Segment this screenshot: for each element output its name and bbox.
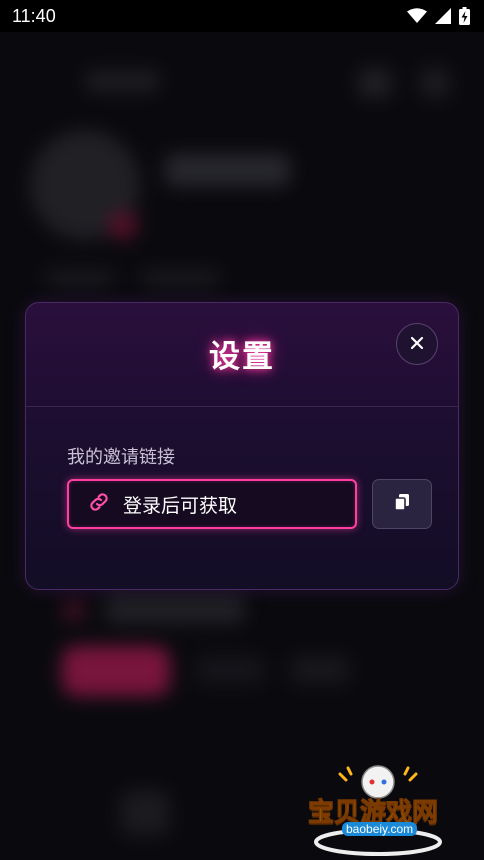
watermark-logo: 宝贝游戏网 baobeiy.com bbox=[300, 762, 460, 857]
wifi-icon bbox=[407, 8, 427, 24]
invite-link-field[interactable]: 登录后可获取 bbox=[67, 479, 357, 529]
status-time: 11:40 bbox=[12, 5, 56, 26]
signal-icon bbox=[435, 8, 451, 24]
watermark-url: baobeiy.com bbox=[342, 822, 418, 836]
copy-icon bbox=[392, 492, 412, 516]
link-icon bbox=[87, 490, 111, 518]
status-icons bbox=[407, 7, 470, 25]
dialog-title: 设置 bbox=[209, 339, 275, 375]
copy-button[interactable] bbox=[372, 479, 432, 529]
invite-link-label: 我的邀请链接 bbox=[67, 447, 175, 468]
invite-link-value: 登录后可获取 bbox=[123, 494, 238, 517]
status-bar: 11:40 bbox=[0, 0, 484, 32]
close-icon bbox=[410, 335, 424, 354]
settings-dialog: 设置 我的邀请链接 登录后可获取 bbox=[25, 302, 459, 590]
dialog-divider bbox=[26, 406, 458, 407]
close-button[interactable] bbox=[396, 323, 438, 365]
battery-icon bbox=[459, 7, 470, 25]
